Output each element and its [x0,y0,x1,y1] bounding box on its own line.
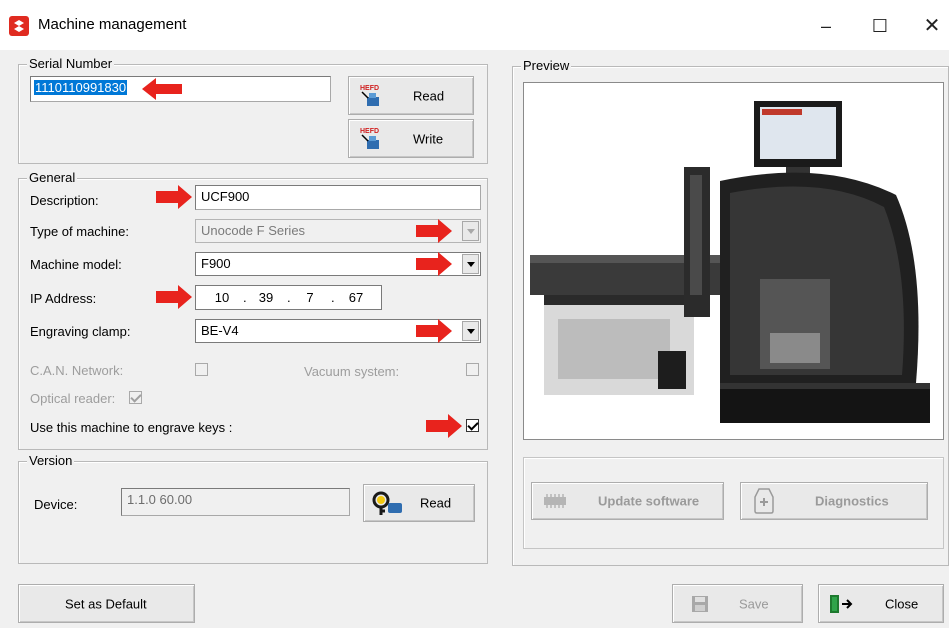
type-of-machine-value: Unocode F Series [201,223,306,238]
ip-octet-4[interactable]: 67 [342,290,370,305]
exit-door-icon [830,594,853,613]
vacuum-system-checkbox[interactable] [466,363,479,376]
serial-number-value: 1110110991830 [34,80,128,95]
write-serial-button[interactable]: HEFD Write [348,119,474,158]
set-as-default-button[interactable]: Set as Default [18,584,195,623]
save-button[interactable]: Save [672,584,803,623]
close-window-button[interactable]: ✕ [912,12,949,40]
annotation-arrow-description [156,185,192,209]
device-label: Device: [34,497,78,512]
ip-dot: . [243,290,247,305]
engrave-keys-checkbox[interactable] [466,419,479,432]
save-label: Save [739,596,769,611]
read-version-label: Read [420,495,452,511]
set-as-default-label: Set as Default [65,596,147,611]
ip-dot: . [287,290,291,305]
annotation-arrow-engrave [426,414,462,438]
annotation-arrow-model [416,252,452,276]
annotation-arrow-ip [156,285,192,309]
chevron-down-icon[interactable] [462,321,479,341]
description-input[interactable]: UCF900 [195,185,481,210]
diagnostics-label: Diagnostics [815,493,889,509]
engraving-clamp-value: BE-V4 [201,323,239,338]
machine-model-value: F900 [201,256,231,271]
general-group-label: General [27,170,78,185]
maximize-button[interactable]: ☐ [860,12,900,40]
diagnostics-button[interactable]: Diagnostics [740,482,928,520]
machine-model-label: Machine model: [30,257,122,272]
device-version-field: 1.1.0 60.00 [121,488,350,516]
chip-icon [544,494,566,508]
close-label: Close [885,596,919,611]
can-network-checkbox[interactable] [195,363,208,376]
minimize-button[interactable]: – [806,12,846,40]
optical-reader-checkbox[interactable] [129,391,142,404]
machine-preview-image [523,82,944,440]
ip-octet-1[interactable]: 10 [208,290,236,305]
ip-octet-2[interactable]: 39 [252,290,280,305]
annotation-arrow-serial [142,78,182,100]
engraving-clamp-label: Engraving clamp: [30,324,131,339]
serial-number-group-label: Serial Number [27,56,115,71]
optical-reader-label: Optical reader: [30,391,116,406]
vacuum-system-label: Vacuum system: [304,364,400,379]
floppy-disk-icon [692,595,708,612]
chevron-down-icon[interactable] [462,254,479,274]
window-title: Machine management [38,16,187,33]
svg-text:HEFD: HEFD [360,128,379,135]
ip-dot: . [331,290,335,305]
read-version-button[interactable]: Read [363,484,475,522]
hefd-write-icon: HEFD [360,128,379,149]
hefd-read-icon: HEFD [360,85,379,106]
update-software-button[interactable]: Update software [531,482,724,520]
key-read-icon [372,491,402,515]
can-network-label: C.A.N. Network: [30,363,124,378]
engraving-machine-icon [524,83,943,439]
preview-group-label: Preview [521,58,572,73]
description-label: Description: [30,193,99,208]
close-button[interactable]: Close [818,584,944,623]
read-serial-button[interactable]: HEFD Read [348,76,474,115]
write-serial-label: Write [413,131,444,146]
annotation-arrow-clamp [416,319,452,343]
type-of-machine-label: Type of machine: [30,224,129,239]
chevron-down-icon [462,221,479,241]
ip-address-label: IP Address: [30,291,97,306]
svg-text:HEFD: HEFD [360,85,379,92]
title-bar: Machine management – ☐ ✕ [0,0,949,50]
ip-octet-3[interactable]: 7 [296,290,324,305]
version-group-label: Version [27,453,75,468]
ip-address-input[interactable]: 10 . 39 . 7 . 67 [195,285,382,310]
update-software-label: Update software [598,493,700,509]
diagnostics-icon [754,488,774,514]
read-serial-label: Read [413,88,445,103]
app-logo-icon [9,16,29,36]
annotation-arrow-type [416,219,452,243]
engrave-keys-label: Use this machine to engrave keys : [30,420,233,435]
